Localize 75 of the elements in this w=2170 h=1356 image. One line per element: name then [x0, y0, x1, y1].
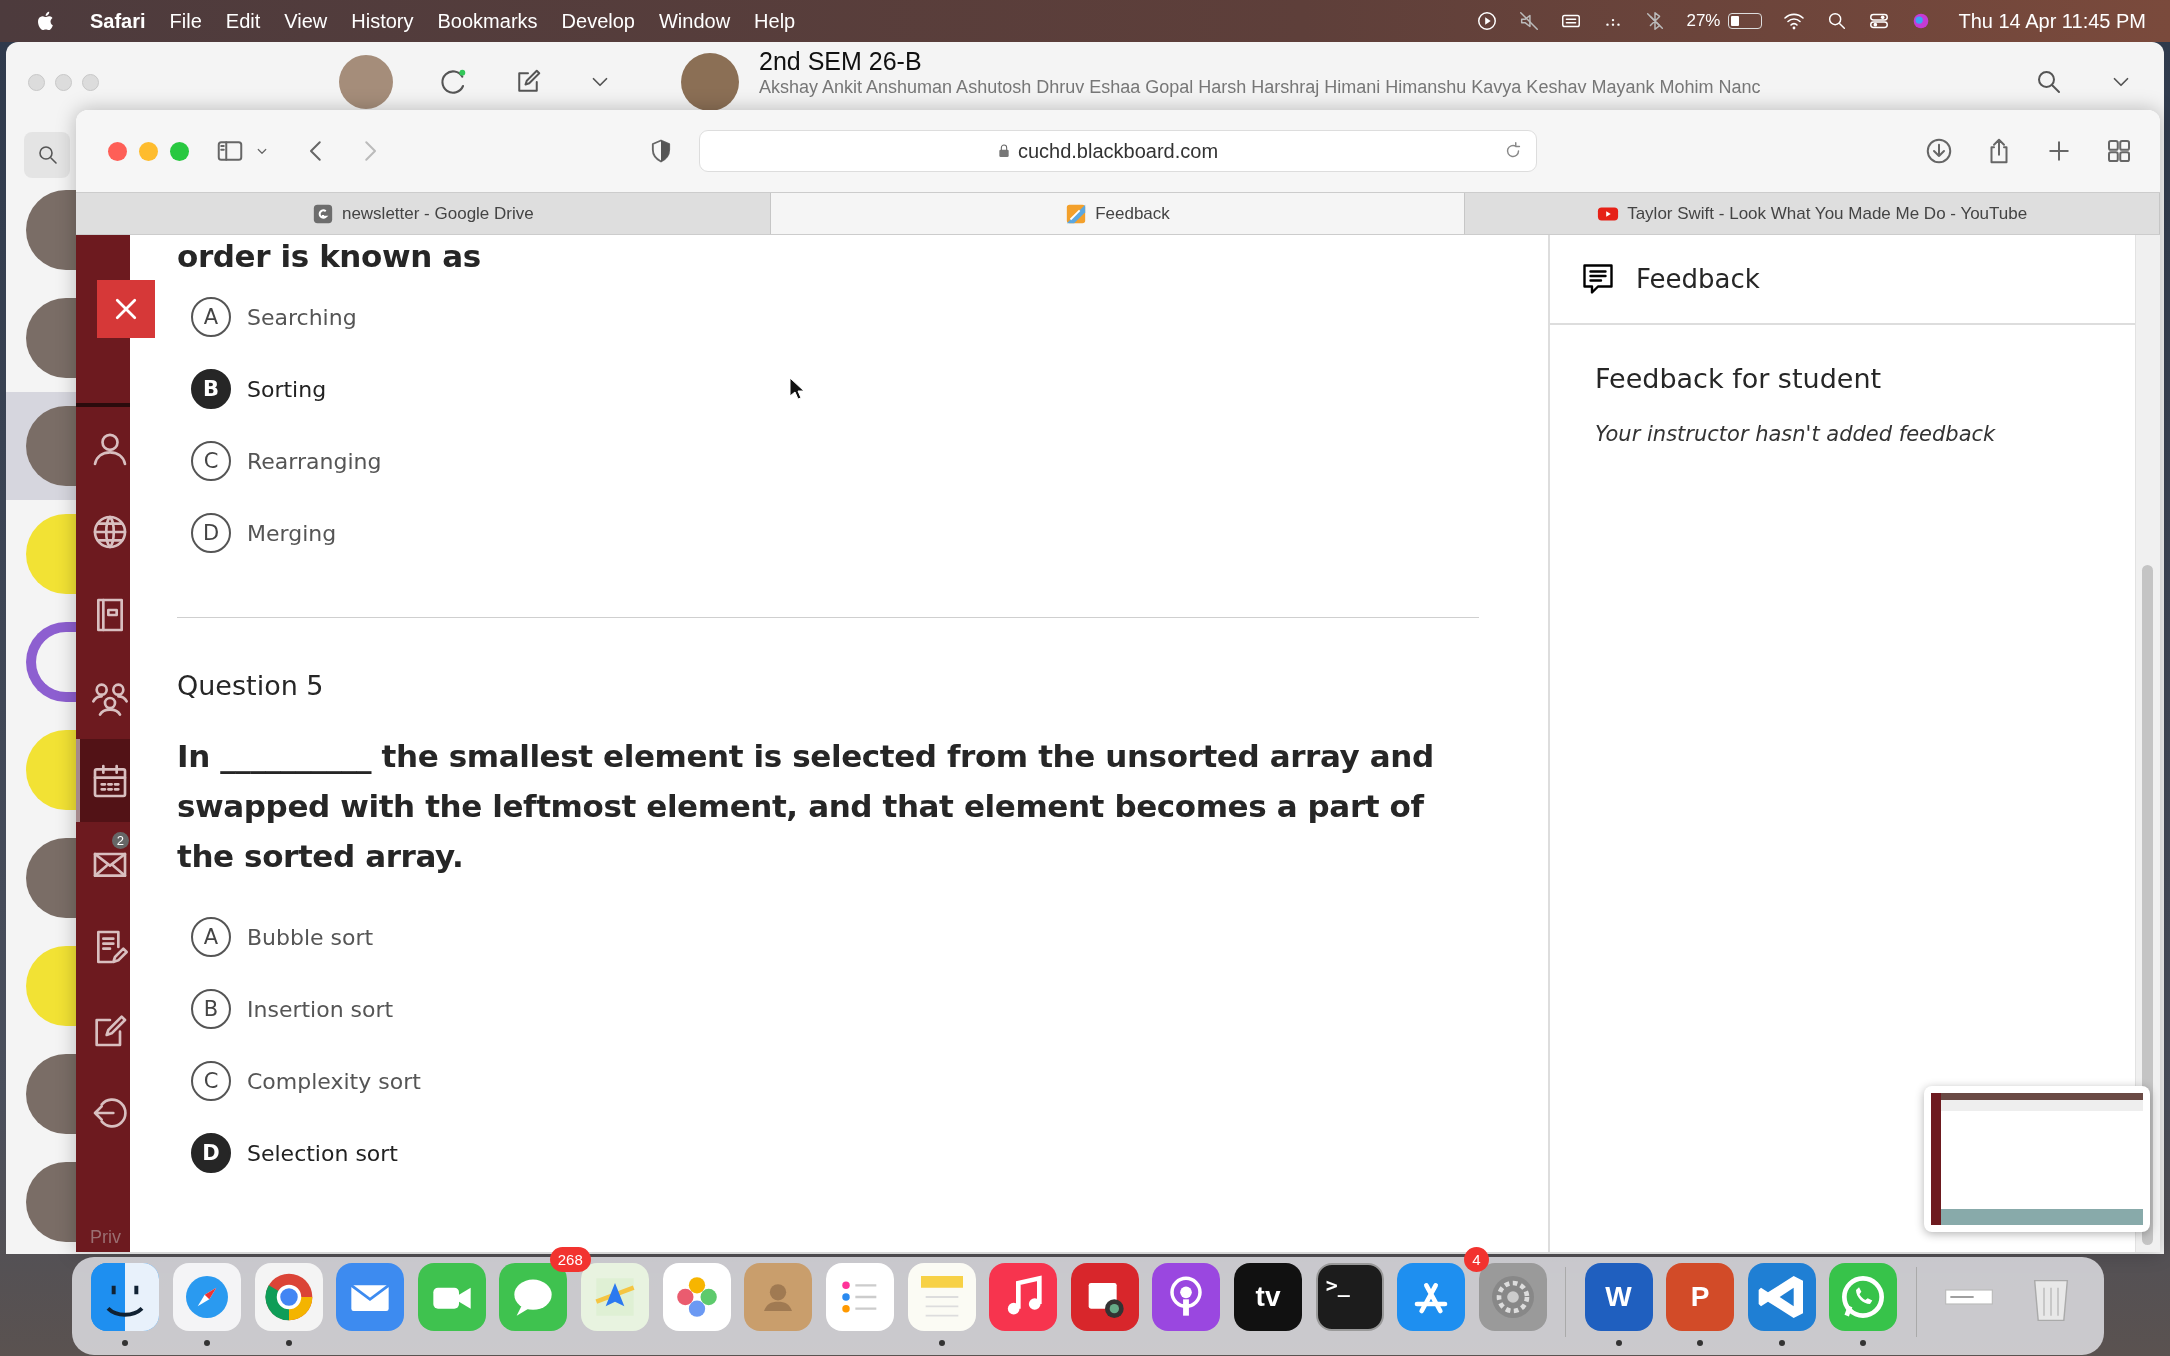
url-text: cuchd.blackboard.com — [1017, 139, 1219, 163]
menu-item[interactable]: Bookmarks — [437, 9, 538, 33]
page-icon — [311, 202, 334, 225]
question-text: order is known as — [177, 237, 482, 276]
browser-tab[interactable]: Feedback — [770, 193, 1466, 234]
envelope-icon[interactable] — [336, 1263, 405, 1331]
muted-icon[interactable] — [1518, 10, 1541, 32]
panel-title: Feedback — [1636, 264, 1760, 294]
tv-app-icon[interactable]: tv — [1234, 1263, 1303, 1331]
music-note-icon[interactable] — [989, 1263, 1058, 1331]
avatar-photo[interactable] — [339, 55, 393, 109]
tab-title: newsletter - Google Drive — [341, 203, 534, 224]
tab-title: Taylor Swift - Look What You Made Me Do - YouTube — [1627, 203, 2028, 224]
answer-option: Merging — [247, 520, 337, 546]
microphone-icon[interactable] — [1152, 1263, 1221, 1331]
battery-percentage: 27% — [1686, 11, 1721, 31]
tab-title: Feedback — [1095, 203, 1170, 224]
ring-icon[interactable] — [254, 1263, 323, 1331]
window-control-button[interactable] — [108, 141, 127, 161]
answer-letter: C — [191, 441, 231, 481]
notification-badge: 2 — [111, 832, 129, 849]
map-icon[interactable] — [581, 1263, 650, 1331]
answer-letter: B — [191, 989, 231, 1029]
gear-icon[interactable] — [1478, 1263, 1547, 1331]
answer-letter: B — [191, 369, 231, 409]
letter-a-icon[interactable] — [1397, 1263, 1466, 1331]
menu-item[interactable]: Help — [754, 9, 796, 33]
menu-item[interactable]: Safari — [90, 9, 146, 33]
feedback-message: Your instructor hasn't added feedback — [1595, 422, 1997, 446]
answer-letter: D — [191, 1133, 231, 1173]
answer-letter: D — [191, 513, 231, 553]
compass-icon[interactable] — [172, 1263, 241, 1331]
question-text: In __________ the smallest element is selected from the unsorted array and swapped with the leftmost element, and that element becomes a part of the sorted array. — [177, 737, 1435, 876]
menu-item[interactable]: Develop — [561, 9, 635, 33]
feedback-note-icon — [1580, 261, 1616, 297]
menu-item[interactable]: Edit — [225, 9, 261, 33]
screenshot-thumbnail[interactable] — [1924, 1086, 2150, 1232]
answer-letter: A — [191, 297, 231, 337]
search-field[interactable] — [24, 132, 70, 178]
menu-clock[interactable]: Thu 14 Apr 11:45 PM — [1958, 9, 2146, 33]
menu-item[interactable]: Window — [658, 9, 731, 33]
conversation-item[interactable] — [6, 392, 76, 500]
answer-option: Insertion sort — [247, 996, 394, 1022]
member-names: Akshay Ankit Anshuman Ashutosh Dhruv Eshaa Gopal Harsh Harshraj Himani Himanshu Kavya Keshav Mayank Mohim Nanc — [759, 76, 1762, 98]
letter-w-icon[interactable]: W — [1584, 1263, 1653, 1331]
battery-icon[interactable] — [1728, 13, 1763, 29]
download-icon[interactable] — [1924, 136, 1954, 166]
feedback-heading: Feedback for student — [1595, 363, 1883, 394]
menu-item[interactable]: History — [351, 9, 414, 33]
question-heading: Question 5 — [177, 670, 325, 701]
close-button[interactable] — [97, 280, 155, 338]
answer-option: Searching — [247, 304, 357, 330]
terminal-icon[interactable]: >_ — [1315, 1263, 1384, 1331]
menu-item[interactable]: File — [169, 9, 202, 33]
conversation-title: 2nd SEM 26-B — [759, 46, 923, 76]
answer-option: Selection sort — [247, 1140, 398, 1166]
letter-p-icon[interactable]: P — [1666, 1263, 1735, 1331]
address-bar[interactable]: cuchd.blackboard.com — [699, 130, 1537, 172]
face-icon[interactable] — [91, 1263, 160, 1331]
answer-letter: C — [191, 1061, 231, 1101]
nav-item[interactable]: 2 — [76, 822, 130, 905]
nav-item[interactable] — [76, 739, 130, 822]
search-icon — [36, 143, 60, 167]
answer-letter: A — [191, 917, 231, 957]
pencil-tile-icon — [1065, 202, 1088, 225]
answer-option: Complexity sort — [247, 1068, 421, 1094]
flower-icon[interactable] — [662, 1263, 731, 1331]
answer-option: Rearranging — [247, 448, 382, 474]
menu-item[interactable]: View — [284, 9, 328, 33]
avatar-photo[interactable] — [681, 53, 739, 111]
camera-icon[interactable] — [1070, 1263, 1139, 1331]
speech-bubble-icon[interactable] — [499, 1263, 568, 1331]
play-circle-icon[interactable] — [1476, 10, 1499, 32]
answer-option: Sorting — [247, 376, 327, 402]
answer-option: Bubble sort — [247, 924, 374, 950]
